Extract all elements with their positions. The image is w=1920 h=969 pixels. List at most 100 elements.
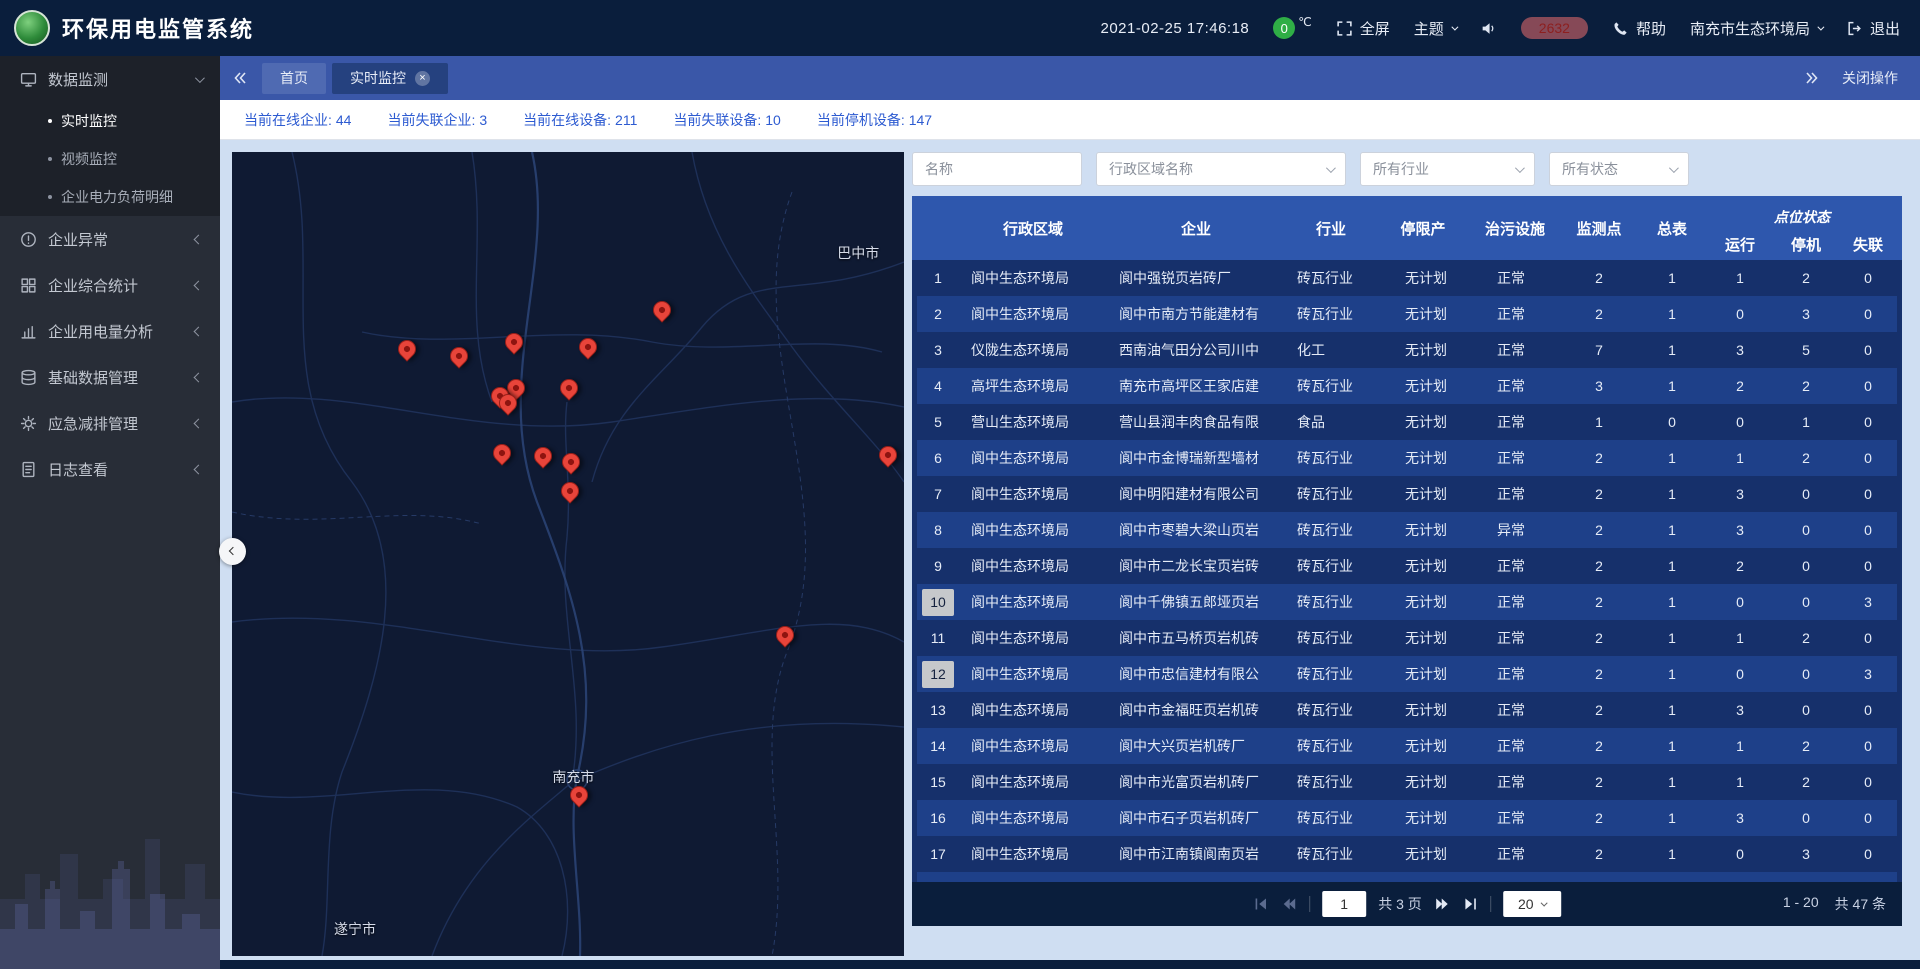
table-row[interactable]: 10阆中生态环境局阆中千佛镇五郎垭页岩砖瓦行业无计划正常21003 [917,584,1897,620]
table-row[interactable]: 12阆中生态环境局阆中市忠信建材有限公砖瓦行业无计划正常21003 [917,656,1897,692]
table-cell: 砖瓦行业 [1285,764,1377,800]
sidebar-group[interactable]: 数据监测 [0,56,220,102]
row-number-cell: 18 [917,872,959,882]
table-cell: 0 [1839,548,1897,584]
facility-status-cell: 正常 [1469,728,1561,764]
table-cell: 阆中千佛镇五郎垭页岩 [1107,584,1285,620]
fullscreen-button[interactable]: 全屏 [1336,18,1390,39]
map-panel[interactable]: 巴中市南充市遂宁市 [232,152,904,956]
tab[interactable]: 首页 [262,63,326,94]
limit-status-cell: 无计划 [1377,620,1469,656]
row-number-cell: 15 [917,764,959,800]
gear-icon [20,415,37,432]
table-cell: 3 [1707,332,1773,368]
table-cell: 0 [1839,620,1897,656]
table-row[interactable]: 3仪陇生态环境局西南油气田分公司川中化工无计划正常71350 [917,332,1897,368]
status-dot-icon [1481,778,1490,787]
table-cell: 0 [1839,404,1897,440]
table-cell: 1 [1561,404,1637,440]
facility-status-cell: 正常 [1469,332,1561,368]
status-dot-icon [1389,634,1398,643]
sidebar-item[interactable]: 实时监控 [0,102,220,140]
sidebar-group[interactable]: 日志查看 [0,446,220,492]
table-row[interactable]: 16阆中生态环境局阆中市石子页岩机砖厂砖瓦行业无计划正常21300 [917,800,1897,836]
page-size-select[interactable]: 20 [1503,891,1561,917]
limit-status-cell: 无计划 [1377,404,1469,440]
table-row[interactable]: 1阆中生态环境局阆中强锐页岩砖厂砖瓦行业无计划正常21120 [917,260,1897,296]
pin-icon [394,336,419,361]
table-cell: 0 [1773,584,1839,620]
first-page-button[interactable] [1253,896,1269,912]
map-city-label: 巴中市 [837,243,879,263]
status-dot-icon [1481,742,1490,751]
sidebar-group[interactable]: 企业综合统计 [0,262,220,308]
table-row[interactable]: 4高坪生态环境局南充市高坪区王家店建砖瓦行业无计划正常31220 [917,368,1897,404]
status-filter-select[interactable]: 所有状态 [1549,152,1689,186]
stats-grid-icon [20,277,37,294]
table-row[interactable]: 2阆中生态环境局阆中市南方节能建材有砖瓦行业无计划正常21030 [917,296,1897,332]
header-actions: 2021-02-25 17:46:18 0 ℃ 全屏 主题 2632 [1100,17,1900,39]
table-cell: 2 [1561,728,1637,764]
status-dot-icon [1481,346,1490,355]
status-dot-icon [1481,418,1490,427]
close-icon[interactable]: × [415,71,430,86]
table-row[interactable]: 6阆中生态环境局阆中市金博瑞新型墙材砖瓦行业无计划正常21120 [917,440,1897,476]
sidebar-item[interactable]: 视频监控 [0,140,220,178]
table-row[interactable]: 13阆中生态环境局阆中市金福旺页岩机砖砖瓦行业无计划正常21300 [917,692,1897,728]
table-row[interactable]: 11阆中生态环境局阆中市五马桥页岩机砖砖瓦行业无计划正常21120 [917,620,1897,656]
sidebar-group[interactable]: 基础数据管理 [0,354,220,400]
content-area: 巴中市南充市遂宁市 行政区域名称 所有行业 [220,140,1920,969]
close-operations-button[interactable]: 关闭操作 [1842,68,1898,88]
next-page-button[interactable] [1434,896,1450,912]
table-cell: 1 [1637,368,1707,404]
table-cell: 阆中大兴页岩机砖厂 [1107,728,1285,764]
workspace: 首页实时监控× 关闭操作 当前在线企业:44当前失联企业:3当前在线设备:211… [220,56,1920,969]
table-row[interactable]: 8阆中生态环境局阆中市枣碧大梁山页岩砖瓦行业无计划异常21300 [917,512,1897,548]
table-row[interactable]: 5营山生态环境局营山县润丰肉食品有限食品无计划正常10010 [917,404,1897,440]
region-filter-select[interactable]: 行政区域名称 [1096,152,1346,186]
status-dot-icon [1481,490,1490,499]
last-page-button[interactable] [1462,896,1478,912]
sidebar-section: 企业用电量分析 [0,308,220,354]
table-row[interactable]: 9阆中生态环境局阆中市二龙长宝页岩砖砖瓦行业无计划正常21200 [917,548,1897,584]
map-collapse-button[interactable] [219,538,246,565]
row-number-cell: 16 [917,800,959,836]
name-filter-input[interactable] [912,152,1082,186]
theme-menu[interactable]: 主题 [1414,18,1456,39]
table-cell: 2 [1707,368,1773,404]
pin-icon [502,329,527,354]
alert-count-badge[interactable]: 2632 [1521,17,1588,39]
table-cell: 2 [1561,260,1637,296]
table-row[interactable]: 18南部生态环境局南部县建兴页岩砖厂砖瓦行业无计划正常21030 [917,872,1897,882]
status-dot-icon [1389,346,1398,355]
tabs-scroll-right-button[interactable] [1792,56,1832,100]
tab[interactable]: 实时监控× [332,63,448,94]
organization-menu[interactable]: 南充市生态环境局 [1690,18,1822,39]
logout-button[interactable]: 退出 [1846,18,1900,39]
sidebar-group[interactable]: 企业异常 [0,216,220,262]
table-row[interactable]: 17阆中生态环境局阆中市江南镇阆南页岩砖瓦行业无计划正常21030 [917,836,1897,872]
facility-status-cell: 正常 [1469,656,1561,692]
prev-page-button[interactable] [1281,896,1297,912]
announcement-speaker-icon[interactable] [1480,20,1497,37]
help-button[interactable]: 帮助 [1612,18,1666,39]
status-dot-icon [1389,454,1398,463]
sidebar-group[interactable]: 企业用电量分析 [0,308,220,354]
tabs-scroll-left-button[interactable] [220,56,260,100]
table-cell: 0 [1707,296,1773,332]
sidebar-item[interactable]: 企业电力负荷明细 [0,178,220,216]
bullet-icon [48,119,52,123]
table-cell: 0 [1637,404,1707,440]
table-cell: 1 [1637,872,1707,882]
table-cell: 0 [1773,656,1839,692]
table-row[interactable]: 7阆中生态环境局阆中明阳建材有限公司砖瓦行业无计划正常21300 [917,476,1897,512]
stat-value: 44 [336,112,352,128]
table-row[interactable]: 15阆中生态环境局阆中市光富页岩机砖厂砖瓦行业无计划正常21120 [917,764,1897,800]
page-number-input[interactable] [1322,891,1366,917]
table-cell: 0 [1839,476,1897,512]
facility-status-cell: 正常 [1469,404,1561,440]
sidebar-group[interactable]: 应急减排管理 [0,400,220,446]
table-row[interactable]: 14阆中生态环境局阆中大兴页岩机砖厂砖瓦行业无计划正常21120 [917,728,1897,764]
industry-filter-select[interactable]: 所有行业 [1360,152,1535,186]
facility-status-cell: 异常 [1469,512,1561,548]
